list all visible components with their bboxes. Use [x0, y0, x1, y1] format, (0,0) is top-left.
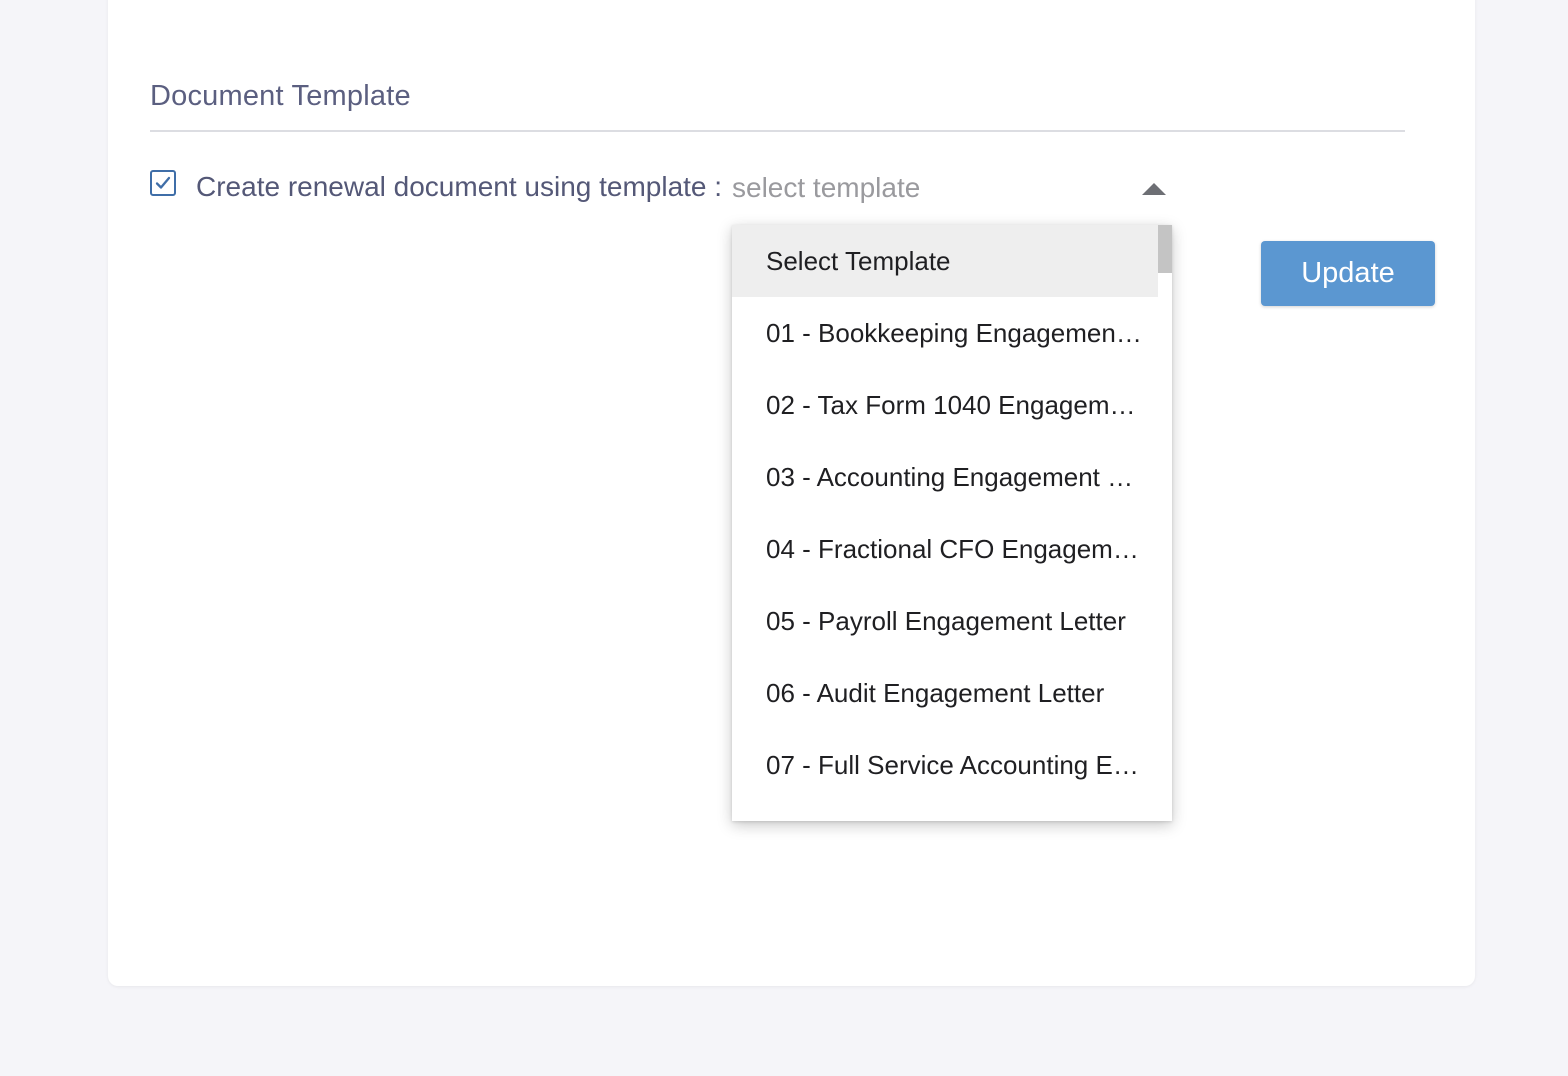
renewal-template-label: Create renewal document using template : — [196, 171, 723, 202]
caret-up-icon[interactable] — [1142, 183, 1166, 195]
renewal-template-checkbox[interactable] — [150, 170, 176, 196]
template-select-placeholder: select template — [732, 172, 921, 203]
update-button[interactable]: Update — [1261, 241, 1435, 306]
dropdown-option[interactable]: 07 - Full Service Accounting Eng… — [732, 729, 1158, 801]
check-icon — [155, 176, 171, 189]
section-divider — [150, 130, 1405, 132]
section-title: Document Template — [150, 80, 411, 112]
dropdown-scrollbar-thumb[interactable] — [1158, 225, 1172, 273]
dropdown-option[interactable]: 03 - Accounting Engagement Let… — [732, 441, 1158, 513]
dropdown-option[interactable]: Select Template — [732, 225, 1158, 297]
template-select[interactable]: select template — [732, 170, 1172, 210]
dropdown-option[interactable]: 06 - Audit Engagement Letter — [732, 657, 1158, 729]
dropdown-option[interactable]: 02 - Tax Form 1040 Engagement … — [732, 369, 1158, 441]
dropdown-scrollbar[interactable] — [1158, 225, 1172, 821]
dropdown-option[interactable]: 04 - Fractional CFO Engagement… — [732, 513, 1158, 585]
dropdown-option[interactable]: 05 - Payroll Engagement Letter — [732, 585, 1158, 657]
dropdown-option[interactable]: 01 - Bookkeeping Engagement L… — [732, 297, 1158, 369]
template-dropdown-menu: Select Template 01 - Bookkeeping Engagem… — [732, 225, 1172, 821]
